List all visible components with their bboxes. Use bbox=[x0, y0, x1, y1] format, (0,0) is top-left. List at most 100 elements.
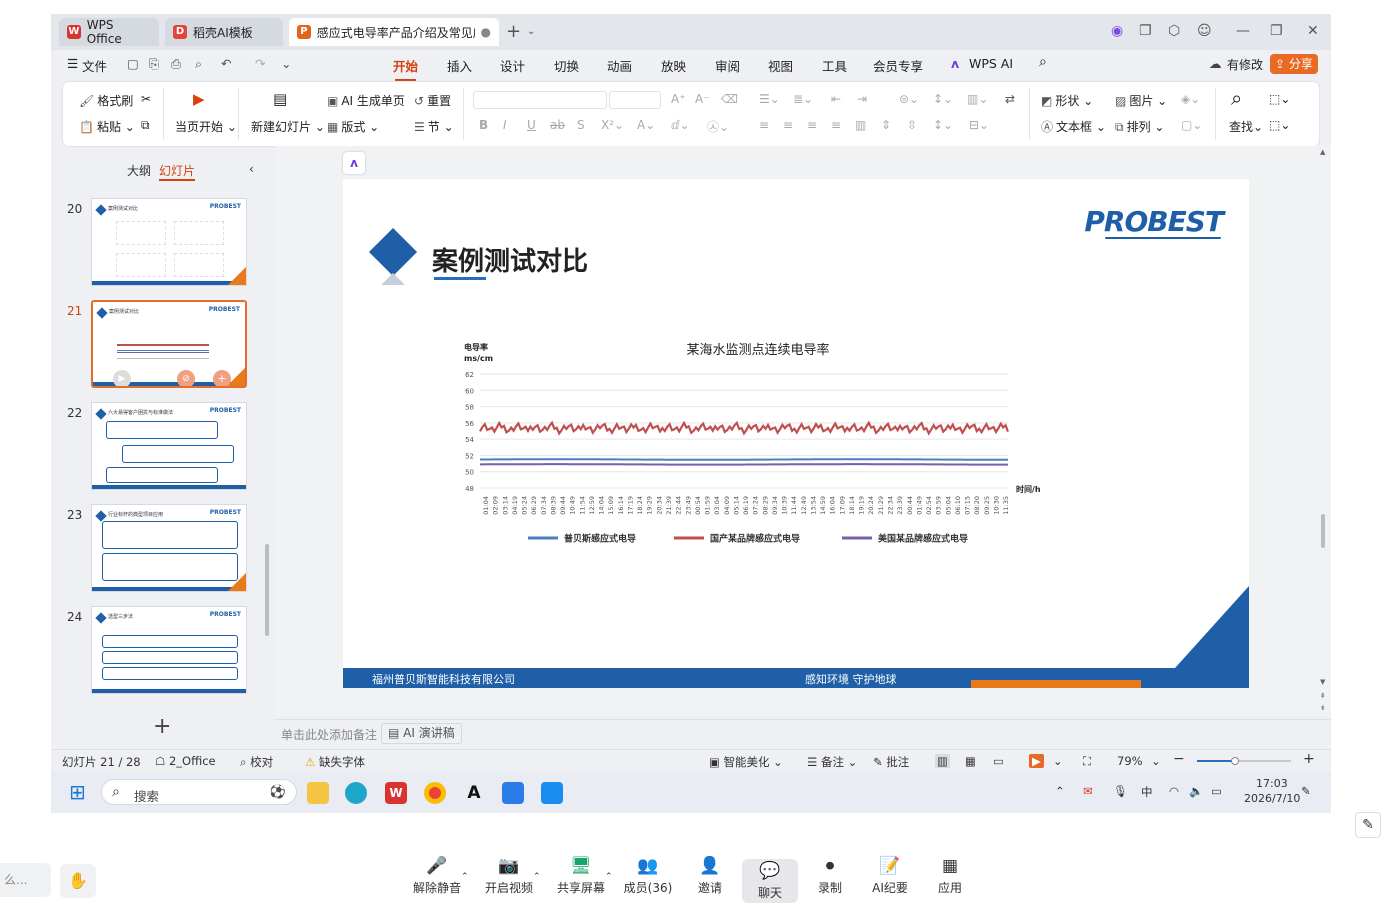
share-options-icon[interactable]: ⌃ bbox=[605, 872, 613, 882]
preview-icon[interactable]: ⌕ bbox=[195, 56, 202, 72]
minimize-icon[interactable]: — bbox=[1236, 23, 1250, 39]
chart[interactable]: 某海水监测点连续电导率 电导率 ms/cm 48 50 52 54 56 58 60 62 时间/h 0… bbox=[438, 326, 1108, 564]
line-spacing-icon[interactable]: ↕⌄ bbox=[933, 92, 953, 106]
font-color-icon[interactable]: A⌄ bbox=[637, 118, 655, 132]
spacing-menu-icon[interactable]: ↕⌄ bbox=[933, 118, 953, 132]
increase-indent-icon[interactable]: ⇥ bbox=[857, 92, 867, 106]
slide-thumbnail-21[interactable]: 案例测试对比 PROBEST ▶ ⊘ + bbox=[91, 300, 247, 388]
play-thumb-icon[interactable]: ▶ bbox=[113, 370, 131, 386]
char-spacing-icon[interactable]: ㉦⌄ bbox=[707, 118, 729, 135]
ai-generate-button[interactable]: ▣ AI 生成单页 bbox=[327, 92, 405, 109]
tray-expand-icon[interactable]: ⌃ bbox=[1055, 784, 1065, 798]
shape-button[interactable]: ◩ 形状 ⌄ bbox=[1041, 92, 1093, 109]
numbering-icon[interactable]: ≣⌄ bbox=[793, 92, 813, 106]
menu-wps-ai[interactable]: WPS AI bbox=[969, 56, 1013, 71]
para-indent-icon[interactable]: ⇳ bbox=[907, 118, 917, 132]
beautify-button[interactable]: ▣ 智能美化 ⌄ bbox=[709, 754, 783, 770]
menu-tools[interactable]: 工具 bbox=[822, 56, 847, 75]
align-left-icon[interactable]: ≡ bbox=[759, 118, 769, 132]
shrink-font-icon[interactable]: A⁻ bbox=[695, 92, 710, 106]
next-slide-icon[interactable]: ⇟ bbox=[1320, 704, 1326, 712]
share-button[interactable]: ⇪ 分享 bbox=[1270, 54, 1318, 74]
underline-icon[interactable]: U bbox=[527, 118, 536, 132]
cube-icon[interactable]: ⬡ bbox=[1168, 23, 1180, 39]
italic-icon[interactable]: I bbox=[503, 118, 507, 132]
close-icon[interactable]: ✕ bbox=[1307, 23, 1319, 39]
layout-button[interactable]: ▦ 版式 ⌄ bbox=[327, 118, 379, 135]
print-icon[interactable]: ⎙ bbox=[171, 56, 181, 72]
menu-insert[interactable]: 插入 bbox=[447, 56, 472, 75]
proofread-button[interactable]: ⌕ 校对 bbox=[240, 754, 273, 770]
distribute-icon[interactable]: ▥ bbox=[855, 118, 866, 132]
share-screen-button[interactable]: 🖥 共享屏幕 bbox=[551, 856, 611, 896]
sorter-view-icon[interactable]: ▦ bbox=[965, 754, 976, 768]
reading-view-icon[interactable]: ▭ bbox=[993, 754, 1004, 768]
lark-app-icon[interactable] bbox=[541, 782, 563, 804]
wps-taskbar-icon[interactable]: W bbox=[385, 782, 407, 804]
edge-browser-icon[interactable] bbox=[345, 782, 367, 804]
bullets-icon[interactable]: ☰⌄ bbox=[759, 92, 780, 106]
battery-icon[interactable]: ▭ bbox=[1211, 784, 1222, 798]
find-icon[interactable]: ⌕ bbox=[1231, 86, 1242, 110]
zoom-slider-thumb[interactable] bbox=[1231, 757, 1239, 765]
tab-daoke-templates[interactable]: D 稻壳AI模板 bbox=[165, 18, 283, 46]
hide-thumb-icon[interactable]: ⊘ bbox=[177, 370, 195, 386]
add-thumb-icon[interactable]: + bbox=[213, 370, 231, 386]
invite-button[interactable]: 👤 邀请 bbox=[680, 856, 740, 896]
align-right-icon[interactable]: ≡ bbox=[807, 118, 817, 132]
tray-app-icon[interactable]: ✉ bbox=[1083, 784, 1093, 798]
save-icon[interactable]: ▢ bbox=[127, 56, 139, 71]
copy-icon[interactable]: ⧉ bbox=[141, 118, 150, 133]
slide-thumbnail-23[interactable]: 行业标杆的典型项目应用 PROBEST bbox=[91, 504, 247, 592]
more-chevron-icon[interactable]: ⌄ bbox=[281, 56, 291, 71]
slide[interactable]: 案例测试对比 PROBEST 某海水监测点连续电导率 电导率 ms/cm 48 50 52… bbox=[343, 179, 1249, 688]
menu-member[interactable]: 会员专享 bbox=[873, 56, 923, 75]
menu-animation[interactable]: 动画 bbox=[607, 56, 632, 75]
slideshow-play-icon[interactable]: ▶ bbox=[193, 90, 205, 108]
missing-font-button[interactable]: ⚠ 缺失字体 bbox=[305, 754, 365, 770]
export-icon[interactable]: ⎘ bbox=[149, 56, 159, 72]
modify-status[interactable]: 有修改 bbox=[1227, 56, 1263, 73]
text-direction-icon[interactable]: ⊜⌄ bbox=[899, 92, 919, 106]
new-slide-button[interactable]: 新建幻灯片 ⌄ bbox=[251, 118, 325, 135]
window-switch-icon[interactable]: ❐ bbox=[1139, 23, 1152, 39]
slide-thumbnail-20[interactable]: 案例测试对比 PROBEST bbox=[91, 198, 247, 286]
file-explorer-icon[interactable] bbox=[307, 782, 329, 804]
start-video-button[interactable]: 📷 开启视频 bbox=[479, 856, 539, 896]
notes-placeholder[interactable]: 单击此处添加备注 bbox=[281, 726, 377, 743]
select-icon[interactable]: ⬚⌄ bbox=[1269, 92, 1290, 106]
play-slideshow-icon[interactable]: ▶ bbox=[1029, 754, 1044, 768]
menu-home[interactable]: 开始 bbox=[393, 56, 418, 81]
add-slide-icon[interactable]: + bbox=[153, 714, 171, 739]
notification-icon[interactable]: ✎ bbox=[1301, 784, 1311, 798]
menu-file[interactable]: 文件 bbox=[82, 56, 107, 75]
annotate-pencil-icon[interactable]: ✎ bbox=[1355, 812, 1381, 838]
video-options-icon[interactable]: ⌃ bbox=[533, 872, 541, 882]
bold-icon[interactable]: B bbox=[479, 118, 488, 132]
menu-transition[interactable]: 切换 bbox=[554, 56, 579, 75]
grow-font-icon[interactable]: A⁺ bbox=[671, 92, 686, 106]
avatar[interactable]: ☺ bbox=[1197, 23, 1212, 39]
menu-review[interactable]: 审阅 bbox=[715, 56, 740, 75]
zoom-out-icon[interactable]: − bbox=[1173, 751, 1185, 767]
unsaved-dot-icon[interactable]: ● bbox=[481, 25, 491, 39]
search-icon[interactable]: ⌕ bbox=[1039, 54, 1047, 70]
microphone-icon[interactable]: 🎙 bbox=[1113, 784, 1128, 798]
undo-icon[interactable]: ↶ bbox=[221, 56, 231, 71]
tab-wps-office[interactable]: W WPS Office bbox=[59, 18, 159, 46]
new-slide-icon[interactable]: ▤ bbox=[273, 90, 287, 108]
font-size-select[interactable] bbox=[609, 91, 661, 109]
justify-icon[interactable]: ≡ bbox=[831, 118, 841, 132]
font-family-select[interactable] bbox=[473, 91, 607, 109]
start-current-button[interactable]: 当页开始 ⌄ bbox=[175, 118, 237, 135]
scroll-down-icon[interactable]: ▼ bbox=[1320, 678, 1325, 686]
convert-icon[interactable]: ⇄ bbox=[1005, 92, 1015, 106]
slide-thumbnail-24[interactable]: 选型三步法 PROBEST bbox=[91, 606, 247, 694]
slide-thumbnail-22[interactable]: 六大易得客户困扰与标准做法 PROBEST bbox=[91, 402, 247, 490]
arrange-button[interactable]: ⧉ 排列 ⌄ bbox=[1115, 118, 1164, 135]
clock-time[interactable]: 17:03 bbox=[1256, 777, 1288, 790]
taskbar-search-box[interactable]: ⌕ 搜索 ⚽ bbox=[101, 779, 297, 805]
format-painter-button[interactable]: 🖌 格式刷 bbox=[79, 92, 133, 109]
record-button[interactable]: ⏺ 录制 bbox=[800, 856, 860, 896]
scroll-up-icon[interactable]: ▲ bbox=[1320, 148, 1325, 156]
